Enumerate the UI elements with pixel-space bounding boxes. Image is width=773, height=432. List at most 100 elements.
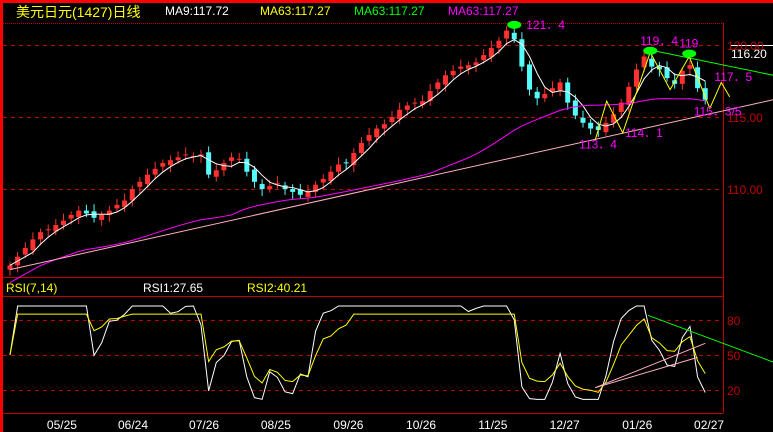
ma63-green-value: MA63:117.27 — [354, 4, 425, 18]
candle-up — [633, 69, 639, 87]
rsi2-line — [9, 313, 706, 393]
candle-up — [366, 135, 372, 141]
candle-up — [450, 70, 456, 76]
rsi1-value: RSI1:27.65 — [143, 281, 204, 295]
rsi-indicator-name: RSI(7,14) — [6, 281, 58, 295]
candle-down — [649, 58, 655, 67]
candle-up — [473, 62, 479, 66]
candle-up — [68, 214, 74, 219]
candle-up — [137, 181, 143, 187]
candle-up — [167, 160, 173, 166]
candle-down — [527, 64, 533, 90]
rsi-tick-label: 50 — [727, 349, 741, 363]
chart-title: 美元日元(1427)日线 — [16, 4, 141, 20]
candle-up — [358, 142, 364, 153]
date-tick-label: 09/26 — [333, 418, 363, 432]
date-tick-label: 07/26 — [189, 418, 219, 432]
ma63-yellow-value: MA63:117.27 — [260, 4, 331, 18]
price-annotation: 117．5 — [714, 70, 752, 84]
rsi2-value: RSI2:40.21 — [247, 281, 308, 295]
candle-up — [442, 75, 448, 85]
price-annotation: 114．1 — [625, 126, 663, 140]
candle-up — [221, 163, 227, 171]
candle-up — [397, 109, 403, 120]
candle-down — [572, 100, 578, 116]
price-tick-label: 110.00 — [727, 183, 763, 197]
candle-up — [145, 174, 151, 184]
candle-down — [588, 122, 594, 129]
ma9-value: MA9:117.72 — [165, 4, 229, 18]
candle-up — [687, 65, 693, 69]
candle-up — [542, 93, 548, 99]
date-tick-label: 05/25 — [47, 418, 77, 432]
candle-up — [626, 86, 632, 105]
candle-up — [160, 163, 166, 167]
date-tick-label: 10/26 — [406, 418, 436, 432]
price-tick-label: 120.00 — [727, 39, 764, 53]
candle-up — [412, 102, 418, 104]
date-tick-label: 11/25 — [478, 418, 507, 432]
price-annotation: 119 — [679, 37, 698, 51]
peak-marker — [682, 49, 697, 58]
candle-up — [213, 170, 219, 177]
candle-down — [511, 32, 517, 40]
candle-down — [206, 152, 212, 175]
candle-up — [229, 157, 235, 161]
candle-up — [404, 105, 410, 110]
candle-up — [458, 66, 464, 69]
candle-up — [76, 210, 82, 218]
candle-up — [496, 40, 502, 48]
candle-up — [183, 154, 189, 156]
rsi-tick-label: 20 — [727, 384, 741, 398]
date-tick-label: 02/27 — [694, 418, 724, 432]
candle-up — [389, 117, 395, 123]
rsi-tick-label: 80 — [727, 314, 741, 328]
chart-canvas: 116.20 120.00115.00110.00805020 121．4119… — [0, 0, 773, 432]
candle-up — [320, 178, 326, 183]
candle-up — [175, 157, 181, 161]
candle-up — [435, 82, 441, 89]
candle-up — [45, 229, 51, 231]
candle-down — [83, 210, 89, 214]
ma-long-line — [9, 98, 706, 284]
price-annotation: 119．4 — [640, 34, 678, 48]
candle-up — [336, 164, 342, 172]
date-tick-label: 12/27 — [550, 418, 580, 432]
candle-down — [244, 158, 250, 172]
peak-marker — [643, 46, 658, 55]
ma63-magenta-value: MA63:117.27 — [448, 4, 519, 18]
left-border — [0, 0, 3, 432]
date-tick-label: 08/25 — [261, 418, 291, 432]
price-annotation: 113．4 — [579, 138, 617, 152]
price-annotation: 115．3/5 — [694, 105, 742, 119]
candle-up — [30, 239, 36, 251]
candle-down — [534, 91, 540, 99]
candle-up — [603, 122, 609, 133]
candle-up — [267, 186, 273, 189]
peak-marker — [507, 20, 522, 29]
candle-up — [22, 248, 28, 255]
candle-up — [114, 204, 120, 209]
candle-up — [504, 30, 510, 39]
date-tick-label: 06/24 — [118, 418, 148, 432]
ma-short-line — [9, 39, 706, 266]
candle-up — [129, 189, 135, 201]
candle-up — [481, 55, 487, 61]
candle-up — [557, 82, 563, 91]
candle-up — [305, 191, 311, 197]
candle-down — [580, 117, 586, 123]
candle-down — [290, 189, 296, 192]
candle-up — [374, 128, 380, 138]
candle-up — [236, 158, 242, 160]
candle-up — [679, 70, 685, 84]
candle-down — [343, 162, 349, 164]
price-annotation: 121．4 — [526, 18, 565, 32]
candle-up — [381, 124, 387, 129]
candle-up — [99, 214, 105, 220]
candle-up — [60, 220, 66, 225]
candle-up — [152, 168, 158, 175]
date-tick-label: 01/26 — [622, 418, 652, 432]
candle-down — [259, 183, 265, 189]
candle-down — [251, 169, 257, 182]
candle-up — [38, 232, 44, 240]
